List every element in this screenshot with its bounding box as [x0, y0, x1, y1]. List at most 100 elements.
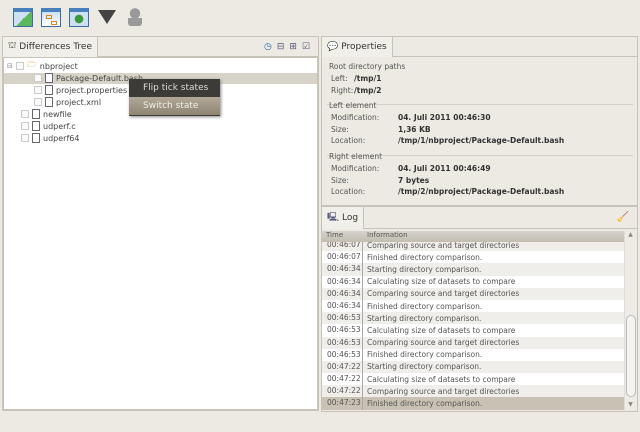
filter-funnel-icon[interactable] — [96, 6, 118, 28]
tree-window-icon[interactable] — [40, 6, 62, 28]
properties-icon: 💬 — [327, 41, 339, 52]
log-time: 00:46:53 — [322, 324, 363, 337]
tab-differences-tree[interactable]: ⛫ Differences Tree — [3, 36, 98, 57]
log-row[interactable]: 00:46:34 Calculating size of datasets to … — [322, 275, 624, 288]
tree-node[interactable]: udperf64 — [21, 132, 79, 144]
log-time: 00:47:22 — [322, 360, 363, 374]
file-icon — [32, 121, 40, 131]
log-row[interactable]: 00:46:53 Comparing source and target dire… — [322, 336, 624, 349]
log-time: 00:47:22 — [322, 373, 363, 386]
log-time: 00:46:07 — [322, 251, 363, 264]
log-time: 00:46:53 — [322, 336, 363, 349]
right-mod-value: 04. Juli 2011 00:46:49 — [398, 164, 491, 173]
menu-item-switch-state[interactable]: Switch state — [129, 97, 220, 115]
log-row[interactable]: 00:46:53 Calculating size of datasets to … — [322, 324, 624, 337]
tree-node[interactable]: project.xml — [34, 96, 101, 108]
log-row[interactable]: 00:47:22 Comparing source and target dire… — [322, 385, 624, 398]
expand-icon[interactable]: ⊞ — [289, 42, 297, 52]
column-time[interactable]: Time — [322, 231, 363, 242]
right-size-label: Size: — [331, 176, 349, 185]
file-icon — [32, 109, 40, 119]
clear-log-broom-icon[interactable]: 🧹 — [617, 212, 629, 223]
tick-checkbox[interactable] — [21, 122, 29, 130]
log-table: Time Information 00:46:07 Comparing source… — [322, 231, 624, 410]
left-path-value: /tmp/1 — [354, 74, 382, 83]
log-row[interactable]: 00:47:22 Starting directory comparison. — [322, 360, 624, 374]
log-row[interactable]: 00:47:22 Calculating size of datasets to … — [322, 373, 624, 386]
tick-checkbox[interactable] — [21, 134, 29, 142]
log-info: Starting directory comparison. — [367, 362, 482, 372]
log-time: 00:47:22 — [322, 385, 363, 398]
tick-checkbox[interactable] — [34, 86, 42, 94]
file-icon — [45, 97, 53, 107]
tab-log[interactable]: 🖳 Log — [322, 206, 365, 229]
navigate-icon[interactable]: ◷ — [264, 42, 272, 52]
log-info: Comparing source and target directories — [367, 289, 520, 299]
left-size-value: 1,36 KB — [398, 125, 431, 134]
log-time: 00:46:53 — [322, 348, 363, 361]
log-info: Comparing source and target directories — [367, 386, 520, 396]
toolbar — [0, 0, 640, 34]
tree-node[interactable]: newfile — [21, 108, 72, 120]
context-menu: Flip tick states Switch state — [129, 79, 220, 116]
tree-node[interactable]: udperf.c — [21, 120, 76, 132]
right-path-value: /tmp/2 — [354, 86, 382, 95]
file-icon — [45, 73, 53, 83]
log-table-header: Time Information — [322, 231, 624, 242]
tick-checkbox[interactable] — [34, 74, 42, 82]
log-row[interactable]: 00:46:34 Finished directory comparison. — [322, 299, 624, 313]
check-icon[interactable]: ☑ — [302, 42, 310, 52]
compare-window-icon[interactable] — [12, 6, 34, 28]
left-size-label: Size: — [331, 125, 349, 134]
log-info: Comparing source and target directories — [367, 338, 520, 348]
right-path-label: Right: — [331, 86, 354, 95]
monitor-icon: 🖳 — [327, 212, 340, 223]
left-element-heading: Left element — [329, 101, 377, 110]
log-row[interactable]: 00:47:23 Finished directory comparison. — [322, 397, 624, 410]
tree-node[interactable]: project.properties — [34, 84, 127, 96]
tick-checkbox[interactable] — [15, 62, 24, 70]
user-icon[interactable] — [124, 6, 146, 28]
scrollbar-thumb[interactable] — [626, 315, 636, 397]
log-info: Calculating size of datasets to compare — [367, 325, 516, 335]
right-size-value: 7 bytes — [398, 176, 430, 185]
log-info: Starting directory comparison. — [367, 313, 482, 323]
log-info: Calculating size of datasets to compare — [367, 277, 516, 287]
right-loc-label: Location: — [331, 187, 366, 196]
log-info: Finished directory comparison. — [367, 399, 483, 409]
log-time: 00:46:34 — [322, 275, 363, 288]
log-row[interactable]: 00:46:07 Finished directory comparison. — [322, 251, 624, 264]
tick-checkbox[interactable] — [21, 110, 29, 118]
log-row[interactable]: 00:46:34 Comparing source and target dire… — [322, 287, 624, 300]
log-info: Starting directory comparison. — [367, 264, 482, 274]
log-row[interactable]: 00:46:34 Starting directory comparison. — [322, 263, 624, 276]
collapse-toggle-icon[interactable]: ⊟ — [7, 62, 13, 70]
right-element-heading: Right element — [329, 152, 383, 161]
column-information[interactable]: Information — [363, 231, 408, 242]
right-mod-label: Modification: — [331, 164, 380, 173]
tab-properties[interactable]: 💬 Properties — [322, 36, 393, 57]
log-row[interactable]: 00:46:53 Finished directory comparison. — [322, 348, 624, 361]
file-icon — [45, 85, 53, 95]
left-loc-label: Location: — [331, 136, 366, 145]
folder-open-icon: 🗁 — [26, 60, 37, 69]
tree-icon: ⛫ — [8, 41, 17, 51]
collapse-icon[interactable]: ⊟ — [277, 42, 285, 52]
log-time: 00:47:23 — [322, 397, 363, 410]
log-info: Calculating size of datasets to compare — [367, 374, 516, 384]
menu-item-flip-tick-states[interactable]: Flip tick states — [129, 79, 220, 97]
log-row[interactable]: 00:46:53 Starting directory comparison. — [322, 312, 624, 325]
left-mod-value: 04. Juli 2011 00:46:30 — [398, 113, 491, 122]
log-time: 00:46:34 — [322, 287, 363, 300]
log-time: 00:46:34 — [322, 299, 363, 313]
log-time: 00:46:34 — [322, 263, 363, 276]
refresh-window-icon[interactable] — [68, 6, 90, 28]
tick-checkbox[interactable] — [34, 98, 42, 106]
log-info: Finished directory comparison. — [367, 252, 483, 262]
log-scrollbar[interactable]: ▲ ▼ — [624, 231, 636, 410]
log-info: Finished directory comparison. — [367, 301, 483, 311]
tree-node[interactable]: Package-Default.bash — [34, 72, 143, 84]
tree-node[interactable]: ⊟ 🗁 nbproject — [7, 60, 78, 72]
log-time: 00:46:53 — [322, 312, 363, 325]
log-info: Finished directory comparison. — [367, 350, 483, 360]
